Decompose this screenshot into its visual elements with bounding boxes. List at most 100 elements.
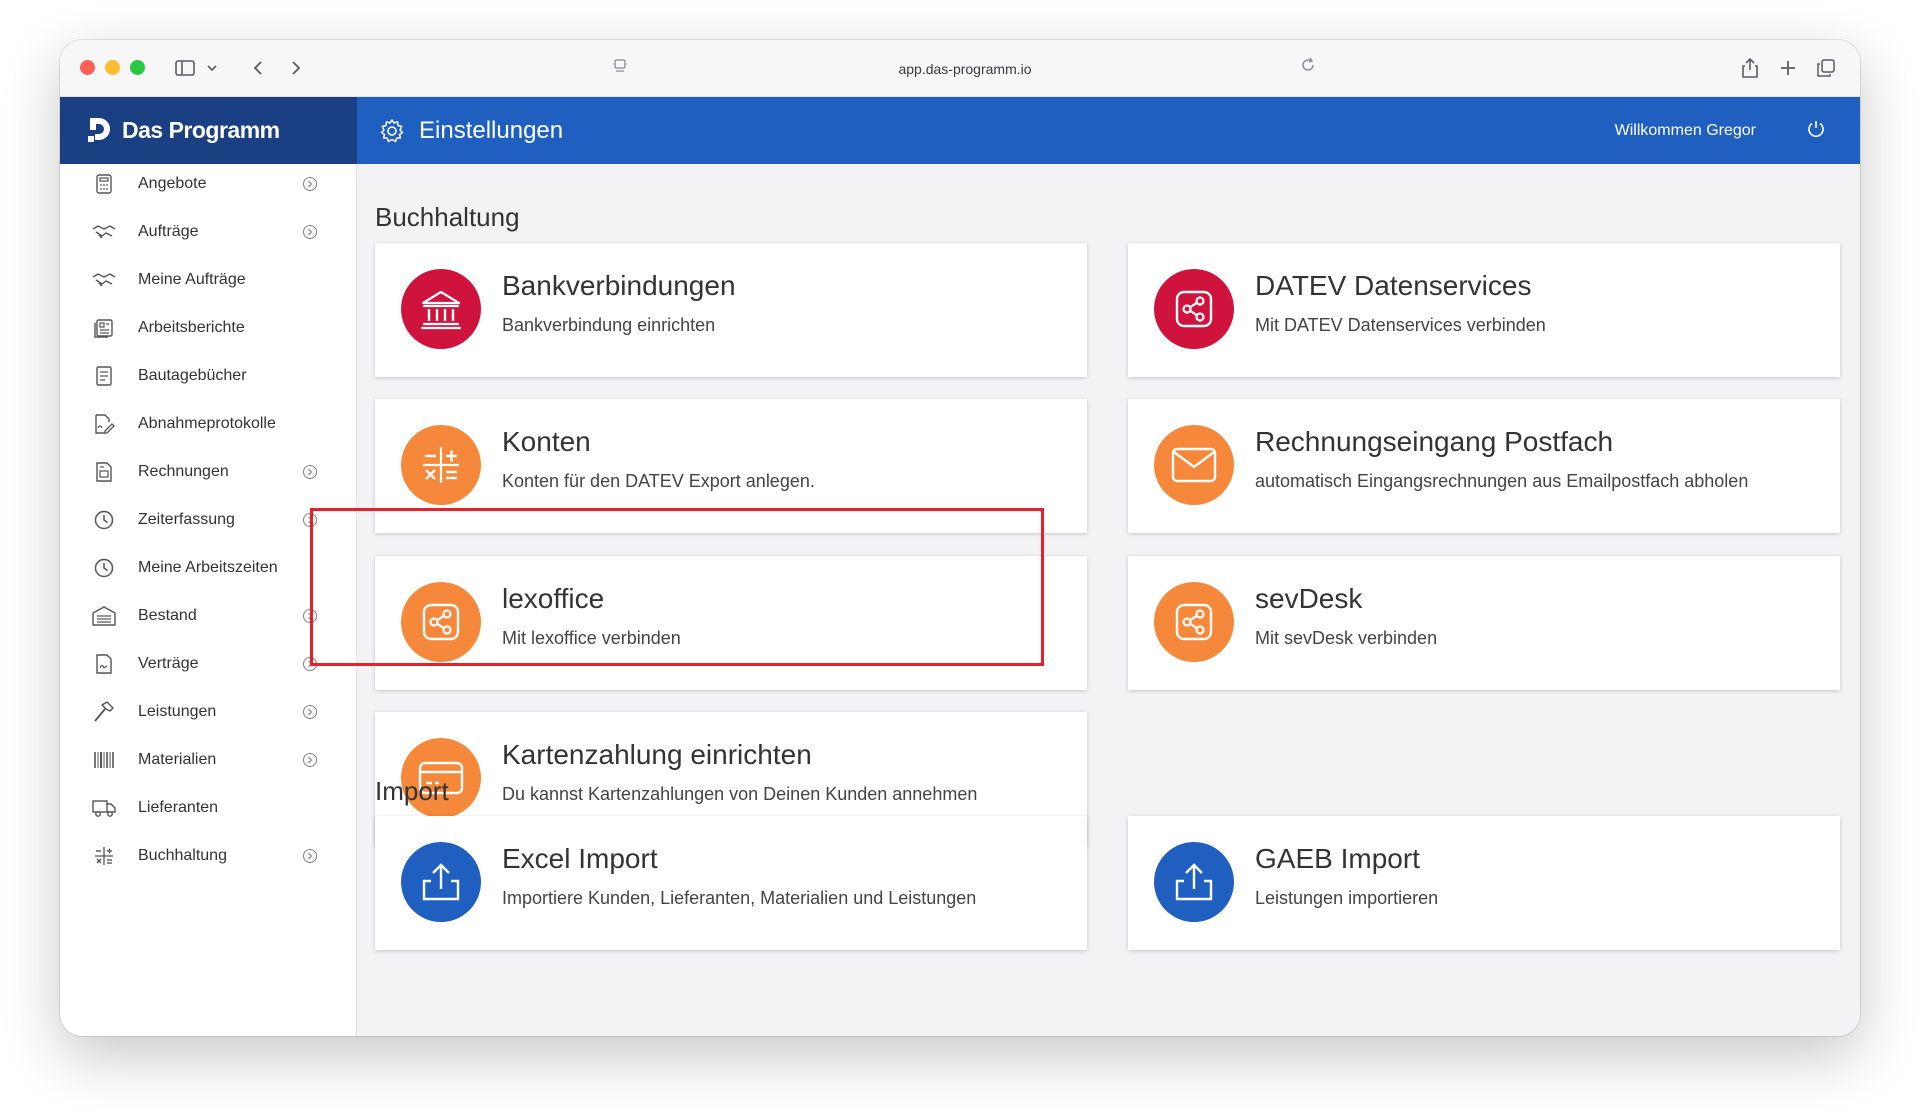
browser-toolbar: app.das-programm.io [60, 40, 1860, 97]
card-gaeb-import[interactable]: GAEB Import Leistungen importieren [1128, 816, 1840, 950]
bank-icon [401, 269, 481, 349]
sidebar-item-label: Arbeitsberichte [138, 319, 245, 336]
sidebar-item-materialien[interactable]: Materialien [60, 740, 357, 780]
sidebar-item-angebote[interactable]: Angebote [60, 164, 357, 204]
card-datev[interactable]: DATEV Datenservices Mit DATEV Datenservi… [1128, 243, 1840, 377]
chevron-right-icon[interactable] [302, 512, 318, 528]
zoom-window-button[interactable] [130, 60, 145, 75]
chevron-right-icon[interactable] [302, 176, 318, 192]
logo-icon [88, 117, 110, 142]
sidebar-item-label: Abnahmeprotokolle [138, 415, 276, 432]
card-subtitle: automatisch Eingangsrechnungen aus Email… [1255, 471, 1749, 491]
truck-icon [92, 796, 116, 820]
handshake-icon [92, 220, 116, 244]
sidebar-item-buchhaltung[interactable]: Buchhaltung [60, 836, 357, 876]
address-bar[interactable]: app.das-programm.io [600, 52, 1330, 85]
sidebar-item-vertraege[interactable]: Verträge [60, 644, 357, 684]
warehouse-icon [92, 604, 116, 628]
logo-text: Das Programm [122, 117, 280, 143]
handshake-icon [92, 268, 116, 292]
card-title: Bankverbindungen [502, 270, 736, 301]
share-icon [401, 582, 481, 662]
sidebar-item-label: Leistungen [138, 703, 217, 720]
chevron-down-icon[interactable] [204, 54, 220, 82]
sidebar: Angebote Aufträge Meine Aufträge Arbeitsber… [60, 164, 357, 1036]
card-sevdesk[interactable]: sevDesk Mit sevDesk verbinden [1128, 556, 1840, 690]
sidebar-item-label: Bautagebücher [138, 367, 247, 384]
card-title: DATEV Datenservices [1255, 270, 1532, 301]
sidebar-item-bestand[interactable]: Bestand [60, 596, 357, 636]
sliders-icon [92, 844, 116, 868]
app-header: Einstellungen Willkommen Gregor [357, 97, 1860, 164]
card-subtitle: Mit lexoffice verbinden [502, 628, 681, 648]
sidebar-item-label: Meine Arbeitszeiten [138, 559, 278, 576]
main-content: Buchhaltung Bankverbindungen Bankverbind… [357, 164, 1860, 1036]
chevron-right-icon[interactable] [302, 608, 318, 624]
sidebar-item-lieferanten[interactable]: Lieferanten [60, 788, 357, 828]
sidebar-item-arbeitsberichte[interactable]: Arbeitsberichte [60, 308, 357, 348]
card-excel-import[interactable]: Excel Import Importiere Kunden, Lieferan… [375, 816, 1087, 950]
upload-icon [401, 842, 481, 922]
barcode-icon [92, 748, 116, 772]
card-bankverbindungen[interactable]: Bankverbindungen Bankverbindung einricht… [375, 243, 1087, 377]
card-lexoffice[interactable]: lexoffice Mit lexoffice verbinden [375, 556, 1087, 690]
page-title: Einstellungen [419, 116, 564, 144]
sidebar-item-label: Aufträge [138, 223, 199, 240]
tab-overview-icon[interactable] [1814, 54, 1838, 82]
section-title-buchhaltung: Buchhaltung [375, 202, 520, 232]
sidebar-item-auftraege[interactable]: Aufträge [60, 212, 357, 252]
sidebar-item-abnahmeprotokolle[interactable]: Abnahmeprotokolle [60, 404, 357, 444]
sidebar-item-meine-auftraege[interactable]: Meine Aufträge [60, 260, 357, 300]
sidebar-item-bautagebuecher[interactable]: Bautagebücher [60, 356, 357, 396]
sidebar-item-rechnungen[interactable]: Rechnungen [60, 452, 357, 492]
close-window-button[interactable] [80, 60, 95, 75]
sidebar-item-meine-arbeitszeiten[interactable]: Meine Arbeitszeiten [60, 548, 357, 588]
power-icon[interactable] [1806, 119, 1826, 144]
chevron-right-icon[interactable] [302, 464, 318, 480]
clock-icon [92, 508, 116, 532]
upload-icon [1154, 842, 1234, 922]
sidebar-item-label: Materialien [138, 751, 217, 768]
reload-icon[interactable] [1300, 57, 1316, 78]
share-browser-icon[interactable] [1738, 54, 1762, 82]
card-subtitle: Du kannst Kartenzahlungen von Deinen Kun… [502, 784, 978, 804]
card-title: Excel Import [502, 843, 658, 874]
sidebar-item-label: Angebote [138, 175, 207, 192]
chevron-right-icon[interactable] [302, 848, 318, 864]
chevron-right-icon[interactable] [302, 224, 318, 240]
hammer-icon [92, 700, 116, 724]
sidebar-item-label: Meine Aufträge [138, 271, 246, 288]
new-tab-icon[interactable] [1776, 54, 1800, 82]
sidebar-item-label: Lieferanten [138, 799, 219, 816]
calculator-icon [92, 172, 116, 196]
calculator-icon [401, 425, 481, 505]
report-icon [92, 316, 116, 340]
share-icon [1154, 269, 1234, 349]
card-subtitle: Mit DATEV Datenservices verbinden [1255, 315, 1546, 335]
sidebar-item-label: Zeiterfassung [138, 511, 235, 528]
minimize-window-button[interactable] [105, 60, 120, 75]
sidebar-item-leistungen[interactable]: Leistungen [60, 692, 357, 732]
signed-document-icon [92, 412, 116, 436]
sidebar-toggle-icon[interactable] [172, 54, 198, 82]
chevron-right-icon[interactable] [302, 752, 318, 768]
notebook-icon [92, 364, 116, 388]
chevron-right-icon[interactable] [302, 704, 318, 720]
forward-icon[interactable] [284, 54, 308, 82]
sidebar-item-zeiterfassung[interactable]: Zeiterfassung [60, 500, 357, 540]
card-subtitle: Mit sevDesk verbinden [1255, 628, 1438, 648]
card-rechnungseingang-postfach[interactable]: Rechnungseingang Postfach automatisch Ei… [1128, 399, 1840, 533]
back-icon[interactable] [246, 54, 270, 82]
welcome-text: Willkommen Gregor [1614, 122, 1756, 139]
chevron-right-icon[interactable] [302, 656, 318, 672]
logo-area[interactable]: Das Programm [60, 97, 357, 164]
envelope-icon [1154, 425, 1234, 505]
share-icon [1154, 582, 1234, 662]
clock-icon [92, 556, 116, 580]
sidebar-item-label: Buchhaltung [138, 847, 227, 864]
sidebar-item-label: Verträge [138, 655, 199, 672]
card-subtitle: Bankverbindung einrichten [502, 315, 716, 335]
sidebar-item-label: Rechnungen [138, 463, 229, 480]
card-title: Konten [502, 426, 591, 457]
card-konten[interactable]: Konten Konten für den DATEV Export anleg… [375, 399, 1087, 533]
